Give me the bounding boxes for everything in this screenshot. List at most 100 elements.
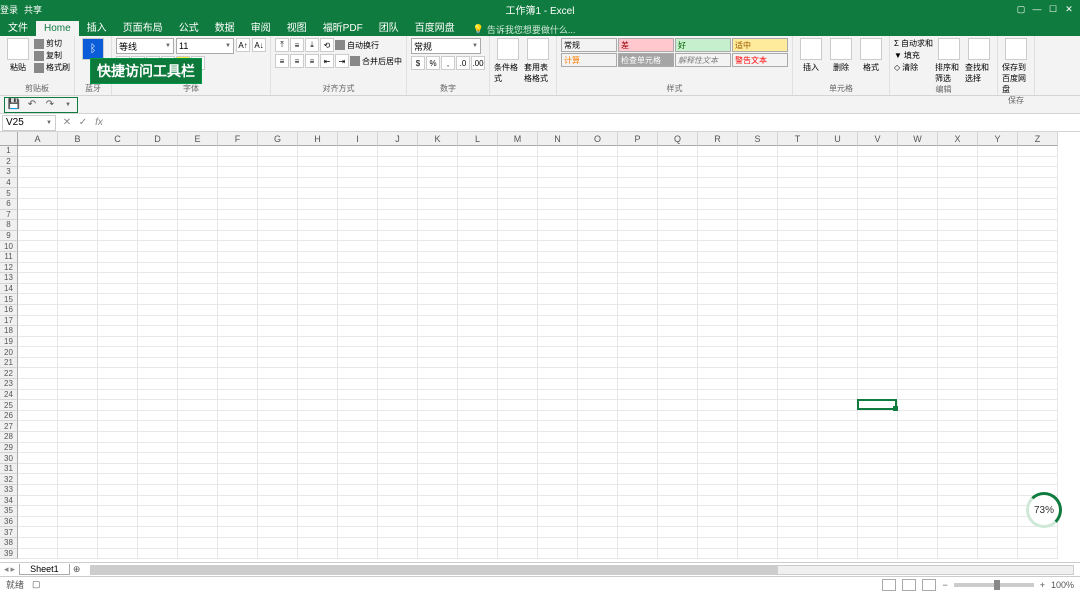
cell[interactable] bbox=[898, 146, 938, 157]
format-cells-button[interactable]: 格式 bbox=[857, 38, 885, 73]
page-layout-view-button[interactable] bbox=[902, 579, 916, 591]
cell[interactable] bbox=[858, 231, 898, 242]
cell[interactable] bbox=[338, 549, 378, 560]
cell[interactable] bbox=[418, 368, 458, 379]
cell[interactable] bbox=[338, 527, 378, 538]
cell[interactable] bbox=[618, 305, 658, 316]
cell[interactable] bbox=[298, 167, 338, 178]
cell[interactable] bbox=[458, 178, 498, 189]
cell[interactable] bbox=[858, 178, 898, 189]
cell[interactable] bbox=[98, 379, 138, 390]
cell[interactable] bbox=[218, 305, 258, 316]
cell[interactable] bbox=[98, 411, 138, 422]
cell[interactable] bbox=[778, 538, 818, 549]
normal-view-button[interactable] bbox=[882, 579, 896, 591]
cell[interactable] bbox=[378, 517, 418, 528]
cell[interactable] bbox=[778, 252, 818, 263]
cell[interactable] bbox=[458, 199, 498, 210]
cell[interactable] bbox=[738, 453, 778, 464]
cell[interactable] bbox=[818, 411, 858, 422]
cell[interactable] bbox=[898, 273, 938, 284]
cell[interactable] bbox=[1018, 178, 1058, 189]
decrease-decimal-button[interactable]: .00 bbox=[471, 56, 485, 70]
cell[interactable] bbox=[778, 146, 818, 157]
cell[interactable] bbox=[418, 284, 458, 295]
cell[interactable] bbox=[98, 368, 138, 379]
cell[interactable] bbox=[418, 347, 458, 358]
cell[interactable] bbox=[898, 326, 938, 337]
cell[interactable] bbox=[18, 337, 58, 348]
number-format-combo[interactable]: 常规▼ bbox=[411, 38, 481, 54]
cell[interactable] bbox=[178, 146, 218, 157]
cell[interactable] bbox=[58, 188, 98, 199]
cell[interactable] bbox=[338, 496, 378, 507]
cell[interactable] bbox=[298, 358, 338, 369]
cell[interactable] bbox=[298, 485, 338, 496]
clear-button[interactable]: ◇ 清除 bbox=[894, 62, 933, 73]
cell[interactable] bbox=[498, 474, 538, 485]
cell[interactable] bbox=[978, 496, 1018, 507]
align-left-button[interactable]: ≡ bbox=[275, 54, 289, 68]
cell[interactable] bbox=[938, 178, 978, 189]
cell[interactable] bbox=[418, 506, 458, 517]
cell[interactable] bbox=[138, 231, 178, 242]
autosum-button[interactable]: Σ 自动求和 bbox=[894, 38, 933, 49]
cell[interactable] bbox=[378, 358, 418, 369]
cell[interactable] bbox=[978, 464, 1018, 475]
cell[interactable] bbox=[18, 188, 58, 199]
cell[interactable] bbox=[618, 210, 658, 221]
cell[interactable] bbox=[298, 326, 338, 337]
cell[interactable] bbox=[178, 453, 218, 464]
cell[interactable] bbox=[698, 157, 738, 168]
cell[interactable] bbox=[218, 284, 258, 295]
cell[interactable] bbox=[818, 284, 858, 295]
cell[interactable] bbox=[458, 231, 498, 242]
cell[interactable] bbox=[818, 167, 858, 178]
copy-button[interactable]: 复制 bbox=[34, 50, 70, 61]
cell[interactable] bbox=[778, 379, 818, 390]
cell[interactable] bbox=[378, 199, 418, 210]
cell[interactable] bbox=[898, 464, 938, 475]
cell[interactable] bbox=[218, 273, 258, 284]
comma-button[interactable]: , bbox=[441, 56, 455, 70]
cell[interactable] bbox=[18, 432, 58, 443]
cell[interactable] bbox=[618, 273, 658, 284]
cell[interactable] bbox=[658, 167, 698, 178]
cell[interactable] bbox=[98, 316, 138, 327]
cell[interactable] bbox=[778, 220, 818, 231]
cell[interactable] bbox=[858, 316, 898, 327]
cell[interactable] bbox=[858, 421, 898, 432]
cell[interactable] bbox=[498, 167, 538, 178]
cell[interactable] bbox=[258, 411, 298, 422]
cell[interactable] bbox=[938, 549, 978, 560]
cell[interactable] bbox=[818, 252, 858, 263]
cell[interactable] bbox=[18, 464, 58, 475]
cell[interactable] bbox=[898, 538, 938, 549]
cell[interactable] bbox=[178, 220, 218, 231]
cell[interactable] bbox=[618, 337, 658, 348]
cell[interactable] bbox=[58, 347, 98, 358]
cell[interactable] bbox=[738, 464, 778, 475]
cell[interactable] bbox=[218, 337, 258, 348]
cell[interactable] bbox=[58, 517, 98, 528]
cell[interactable] bbox=[458, 284, 498, 295]
cell[interactable] bbox=[658, 506, 698, 517]
cell[interactable] bbox=[58, 241, 98, 252]
cell[interactable] bbox=[458, 326, 498, 337]
tab-data[interactable]: 数据 bbox=[207, 17, 243, 36]
cell[interactable] bbox=[138, 443, 178, 454]
cell[interactable] bbox=[418, 496, 458, 507]
cell[interactable] bbox=[698, 549, 738, 560]
cell[interactable] bbox=[178, 549, 218, 560]
cell[interactable] bbox=[738, 379, 778, 390]
column-header[interactable]: Y bbox=[978, 132, 1018, 146]
cell[interactable] bbox=[938, 146, 978, 157]
cell[interactable] bbox=[498, 400, 538, 411]
cell[interactable] bbox=[498, 220, 538, 231]
cell[interactable] bbox=[538, 506, 578, 517]
cell[interactable] bbox=[378, 496, 418, 507]
cell[interactable] bbox=[298, 188, 338, 199]
cell[interactable] bbox=[538, 199, 578, 210]
cell[interactable] bbox=[818, 294, 858, 305]
cell[interactable] bbox=[18, 474, 58, 485]
